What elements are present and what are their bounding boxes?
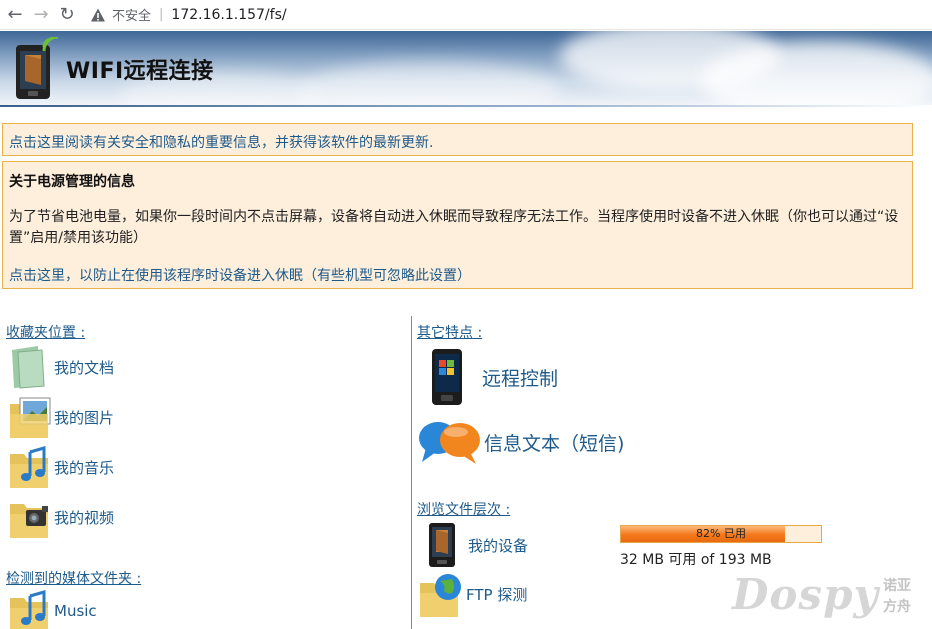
address-separator: | <box>159 7 164 22</box>
prevent-sleep-link[interactable]: 点击这里，以防止在使用该程序时设备进入休眠（有些机型可忽略此设置） <box>9 265 471 285</box>
feature-item-remote-control[interactable]: 远程控制 <box>428 348 558 406</box>
favorite-item-documents[interactable]: 我的文档 <box>8 344 114 390</box>
browse-section-title: 浏览文件层次 : <box>417 502 511 518</box>
favorite-label: 我的视频 <box>54 508 115 527</box>
media-label: Music <box>54 602 97 620</box>
url-text: 172.16.1.157/fs/ <box>171 6 287 23</box>
watermark-cn-line1: 诺亚 <box>883 578 911 594</box>
favorites-section-title: 收藏夹位置 : <box>6 325 86 341</box>
favorite-item-video[interactable]: 我的视频 <box>8 494 114 540</box>
power-notice-body: 为了节省电池电量，如果你一段时间内不点击屏幕，设备将自动进入休眠而导致程序无法工… <box>9 209 899 246</box>
app-logo-icon <box>16 37 59 99</box>
storage-usage-label: 82% 已用 <box>696 527 746 540</box>
media-section-title: 检测到的媒体文件夹 : <box>6 571 142 587</box>
favorite-label: 我的音乐 <box>54 458 115 477</box>
security-notice: 点击这里阅读有关安全和隐私的重要信息，并获得该软件的最新更新. <box>2 123 913 156</box>
page-title: WIFI远程连接 <box>66 59 214 84</box>
chat-bubbles-icon <box>419 422 480 464</box>
ftp-globe-icon <box>420 574 461 617</box>
features-section-title: 其它特点 : <box>417 325 483 341</box>
header-divider <box>0 105 932 107</box>
address-bar[interactable]: 不安全 | 172.16.1.157/fs/ <box>90 4 287 26</box>
device-icon <box>429 523 455 567</box>
browser-toolbar: ← → ↻ 不安全 | 172.16.1.157/fs/ <box>0 0 932 30</box>
favorite-item-music[interactable]: 我的音乐 <box>8 444 114 490</box>
power-management-notice: 关于电源管理的信息 为了节省电池电量，如果你一段时间内不点击屏幕，设备将自动进入… <box>2 161 913 289</box>
music-folder-icon <box>10 446 48 488</box>
watermark-cn-line2: 方舟 <box>883 599 911 615</box>
browse-item-ftp[interactable]: FTP 探测 <box>418 571 527 617</box>
header-banner: WIFI远程连接 <box>0 31 932 107</box>
dospy-watermark: Dospy <box>732 570 879 619</box>
storage-info-text: 32 MB 可用 of 193 MB <box>620 552 772 568</box>
storage-usage-bar: 82% 已用 <box>620 525 822 543</box>
browse-label: 我的设备 <box>468 536 529 555</box>
browse-item-my-device[interactable]: 我的设备 <box>426 522 528 568</box>
security-label: 不安全 <box>112 9 152 24</box>
forward-icon[interactable]: → <box>30 4 52 26</box>
feature-label: 远程控制 <box>482 367 559 390</box>
warning-icon <box>91 8 105 21</box>
security-info-link[interactable]: 点击这里阅读有关安全和隐私的重要信息，并获得该软件的最新更新. <box>9 132 433 152</box>
feature-item-sms[interactable]: 信息文本（短信) <box>418 418 624 466</box>
favorite-label: 我的图片 <box>54 408 115 427</box>
browse-label: FTP 探测 <box>466 585 528 604</box>
column-divider <box>411 316 412 629</box>
documents-folder-icon <box>12 346 45 389</box>
watermark-cn: 诺亚 方舟 <box>883 576 911 618</box>
reload-icon[interactable]: ↻ <box>56 4 78 26</box>
phone-icon <box>432 349 462 405</box>
power-notice-title: 关于电源管理的信息 <box>9 174 135 190</box>
favorite-item-pictures[interactable]: 我的图片 <box>8 394 114 440</box>
favorite-label: 我的文档 <box>54 358 115 377</box>
back-icon[interactable]: ← <box>4 4 26 26</box>
music-folder-icon <box>10 590 48 629</box>
media-item-music[interactable]: Music <box>8 588 97 629</box>
feature-label: 信息文本（短信) <box>484 432 625 455</box>
video-folder-icon <box>10 504 48 538</box>
pictures-folder-icon <box>10 397 51 438</box>
